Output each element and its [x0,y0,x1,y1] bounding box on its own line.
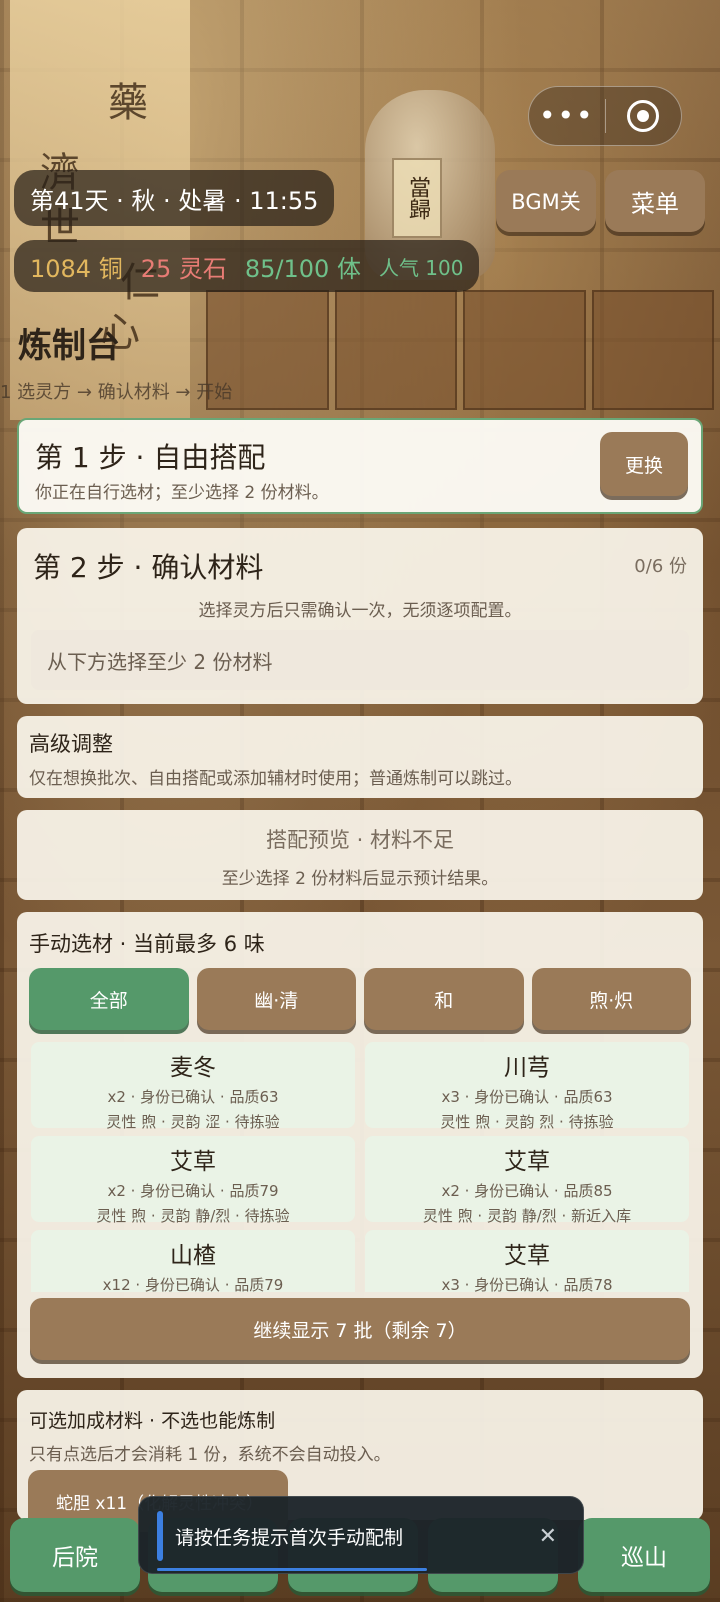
toast-notification: 请按任务提示首次手动配制 ✕ [138,1496,584,1574]
close-icon[interactable]: ✕ [539,1497,557,1575]
advanced-subtitle: 仅在想换批次、自由搭配或添加辅材时使用；普通炼制可以跳过。 [29,769,522,789]
herb-name: 麦冬 [170,1055,216,1081]
preview-card: 搭配预览 · 材料不足 至少选择 2 份材料后显示预计结果。 [17,810,703,900]
herb-name: 山楂 [170,1243,216,1269]
show-more-button[interactable]: 继续显示 7 批（剩余 7） [30,1298,690,1360]
step1-subtitle: 你正在自行选材；至少选择 2 份材料。 [35,483,329,503]
herb-item[interactable]: 山楂 x12 · 身份已确认 · 品质79 [31,1230,355,1292]
drawer [463,290,586,410]
toast-message: 请按任务提示首次手动配制 [175,1526,404,1549]
herb-info: x2 · 身份已确认 · 品质79 [107,1182,279,1200]
material-count: 0/6 份 [634,556,687,577]
advanced-adjust-card[interactable]: 高级调整 仅在想换批次、自由搭配或添加辅材时使用；普通炼制可以跳过。 [17,716,703,798]
step2-title: 第 2 步 · 确认材料 [33,551,264,584]
herb-list: 麦冬 x2 · 身份已确认 · 品质63 灵性 煦 · 灵韵 涩 · 待拣验 川… [31,1042,689,1292]
toast-accent-bar [157,1511,163,1561]
herb-name: 艾草 [504,1243,550,1269]
scroll-glyph: 藥 [108,80,148,126]
step1-title: 第 1 步 · 自由搭配 [35,441,266,474]
herb-item[interactable]: 川芎 x3 · 身份已确认 · 品质63 灵性 煦 · 灵韵 烈 · 待拣验 [365,1042,689,1131]
drawer [334,290,457,410]
addon-title: 可选加成材料 · 不选也能炼制 [29,1410,276,1432]
jar-label: 當歸 [392,158,442,238]
manual-title: 手动选材 · 当前最多 6 味 [29,932,265,956]
copper-count: 1084 铜 [30,254,123,283]
date-display: 第41天 · 秋 · 处暑 · 11:55 [14,170,335,226]
herb-traits: 灵性 煦 · 灵韵 静/烈 · 待拣验 [96,1207,290,1225]
nav-backyard-button[interactable]: 后院 [10,1518,140,1592]
fame-count: 人气 100 [378,255,464,280]
tab-you-qing[interactable]: 幽·清 [196,968,356,1030]
preview-title: 搭配预览 · 材料不足 [265,828,455,852]
step2-card: 第 2 步 · 确认材料 0/6 份 选择灵方后只需确认一次，无须逐项配置。 从… [17,528,703,704]
stamina-count: 85/100 体 [244,254,361,283]
herb-traits: 灵性 煦 · 灵韵 烈 · 待拣验 [440,1113,614,1131]
herb-item[interactable]: 麦冬 x2 · 身份已确认 · 品质63 灵性 煦 · 灵韵 涩 · 待拣验 [31,1042,355,1131]
herb-name: 艾草 [504,1149,550,1175]
addon-subtitle: 只有点选后才会消耗 1 份，系统不会自动投入。 [29,1445,391,1465]
herb-item[interactable]: 艾草 x3 · 身份已确认 · 品质78 [365,1230,689,1292]
selected-materials-box: 从下方选择至少 2 份材料 [31,630,689,690]
bgm-toggle-button[interactable]: BGM关 [496,170,596,232]
preview-subtitle: 至少选择 2 份材料后显示预计结果。 [221,869,499,889]
herb-info: x2 · 身份已确认 · 品质85 [441,1182,613,1200]
herb-info: x2 · 身份已确认 · 品质63 [107,1088,279,1106]
nav-patrol-button[interactable]: 巡山 [578,1518,710,1592]
menu-button[interactable]: 菜单 [605,170,705,232]
herb-name: 川芎 [504,1055,550,1081]
mini-program-capsule: ••• [528,86,682,146]
herb-traits: 灵性 煦 · 灵韵 涩 · 待拣验 [106,1113,280,1131]
herb-info: x12 · 身份已确认 · 品质79 [102,1276,284,1292]
filter-tabs: 全部 幽·清 和 煦·炽 [29,968,691,1030]
step2-hint: 选择灵方后只需确认一次，无须逐项配置。 [198,601,522,621]
drawer [591,290,714,410]
herb-info: x3 · 身份已确认 · 品质63 [441,1088,613,1106]
herb-info: x3 · 身份已确认 · 品质78 [441,1276,613,1292]
advanced-title: 高级调整 [29,732,113,756]
herb-item[interactable]: 艾草 x2 · 身份已确认 · 品质85 灵性 煦 · 灵韵 静/烈 · 新近入… [365,1136,689,1225]
breadcrumb: 1 选灵方 → 确认材料 → 开始 [0,382,233,403]
herb-traits: 灵性 煦 · 灵韵 静/烈 · 新近入库 [422,1207,632,1225]
target-icon[interactable] [606,100,682,132]
tab-all[interactable]: 全部 [29,968,189,1030]
herb-name: 艾草 [170,1149,216,1175]
resource-bar: 1084 铜 25 灵石 85/100 体 人气 100 [14,240,480,292]
drawer-cabinet [200,290,720,410]
more-dots-icon[interactable]: ••• [529,86,605,146]
swap-recipe-button[interactable]: 更换 [600,432,688,496]
herb-item[interactable]: 艾草 x2 · 身份已确认 · 品质79 灵性 煦 · 灵韵 静/烈 · 待拣验 [31,1136,355,1225]
tab-he[interactable]: 和 [364,968,524,1030]
tab-xu-chi[interactable]: 煦·炽 [531,968,691,1030]
spirit-stone-count: 25 灵石 [140,254,227,283]
toast-progress [157,1568,427,1571]
page-title: 炼制台 [18,326,120,366]
